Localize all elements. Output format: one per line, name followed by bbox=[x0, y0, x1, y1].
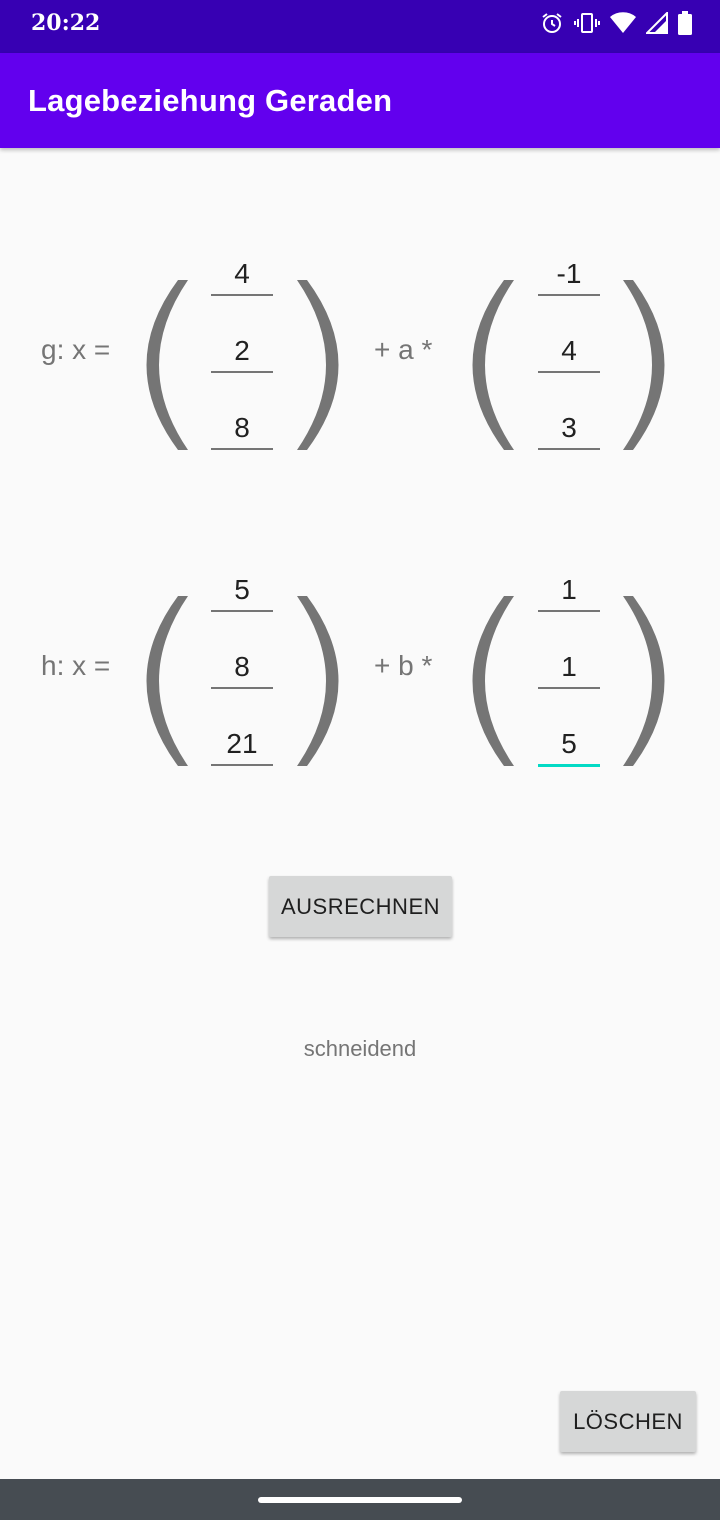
line-h-direction-z-input[interactable]: 5 bbox=[538, 724, 600, 767]
left-bracket-icon bbox=[472, 280, 514, 450]
right-bracket-icon bbox=[297, 596, 339, 766]
line-h-direction-x-input[interactable]: 1 bbox=[538, 570, 600, 612]
clear-button[interactable]: LÖSCHEN bbox=[560, 1391, 696, 1452]
right-bracket-icon bbox=[297, 280, 339, 450]
battery-icon bbox=[678, 11, 692, 35]
line-h-direction-y-input[interactable]: 1 bbox=[538, 647, 600, 689]
left-bracket-icon bbox=[146, 280, 188, 450]
right-bracket-icon bbox=[623, 596, 665, 766]
line-g-operator: + a * bbox=[374, 334, 433, 365]
status-time: 20:22 bbox=[31, 10, 101, 36]
line-h-support-x-input[interactable]: 5 bbox=[211, 570, 273, 612]
app-bar: Lagebeziehung Geraden bbox=[0, 53, 720, 148]
signal-icon bbox=[646, 12, 668, 34]
line-g-direction-y-input[interactable]: 4 bbox=[538, 331, 600, 373]
status-icons bbox=[540, 11, 692, 35]
alarm-icon bbox=[542, 13, 562, 33]
left-bracket-icon bbox=[146, 596, 188, 766]
line-g-support-x-input[interactable]: 4 bbox=[211, 254, 273, 296]
app-title: Lagebeziehung Geraden bbox=[28, 83, 393, 118]
line-g-label: g: x = bbox=[41, 334, 111, 365]
line-h-support-z-input[interactable]: 21 bbox=[211, 724, 273, 766]
vibrate-icon bbox=[574, 13, 600, 33]
status-bar: 20:22 bbox=[0, 0, 720, 53]
line-g-direction-z-input[interactable]: 3 bbox=[538, 408, 600, 450]
line-h-support-y-input[interactable]: 8 bbox=[211, 647, 273, 689]
right-bracket-icon bbox=[623, 280, 665, 450]
wifi-icon bbox=[610, 12, 636, 33]
line-g-support-y-input[interactable]: 2 bbox=[211, 331, 273, 373]
left-bracket-icon bbox=[472, 596, 514, 766]
navigation-bar bbox=[0, 1479, 720, 1520]
line-g-support-z-input[interactable]: 8 bbox=[211, 408, 273, 450]
line-h-label: h: x = bbox=[41, 650, 111, 681]
line-h-operator: + b * bbox=[374, 650, 433, 681]
calculate-button[interactable]: AUSRECHNEN bbox=[269, 876, 452, 937]
line-g-direction-x-input[interactable]: -1 bbox=[538, 254, 600, 296]
home-gesture-handle[interactable] bbox=[258, 1497, 462, 1503]
result-text: schneidend bbox=[303, 1036, 417, 1061]
